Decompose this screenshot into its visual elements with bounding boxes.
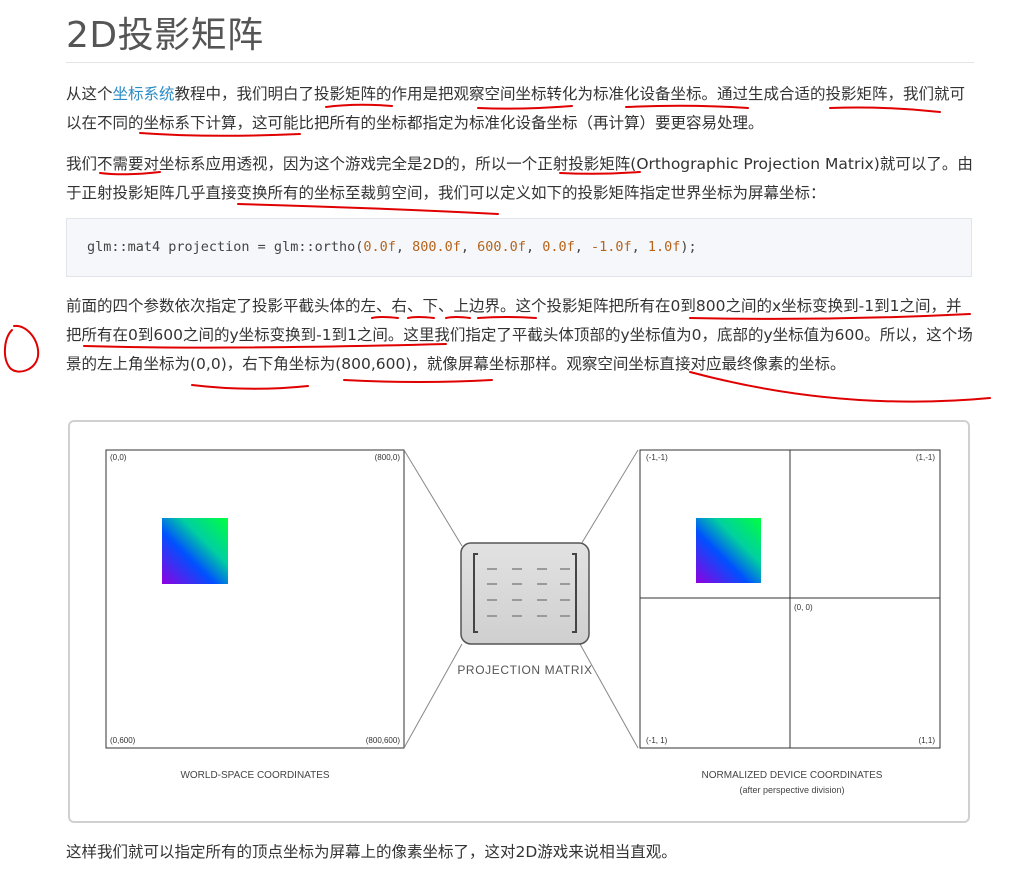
annotation-underline: [191, 384, 309, 390]
world-gradient-square: [162, 518, 228, 584]
world-label-top-right: (800,0): [375, 453, 401, 462]
world-caption: WORLD-SPACE COORDINATES: [180, 770, 329, 781]
projection-diagram: (0,0) (800,0) (0,600) (800,600) WORLD-SP…: [105, 449, 941, 795]
code-prefix: glm::mat4 projection = glm::ortho(: [87, 239, 364, 255]
annotation-underline: [343, 379, 493, 383]
ndc-label-top-right: (1,-1): [916, 453, 935, 462]
world-label-top-left: (0,0): [110, 453, 127, 462]
annotation-circle: [4, 324, 40, 373]
paragraph-orthographic: 我们不需要对坐标系应用透视，因为这个游戏完全是2D的，所以一个正射投影矩阵(Or…: [66, 155, 973, 202]
paragraph-intro: 从这个坐标系统教程中，我们明白了投影矩阵的作用是把观察空间坐标转化为标准化设备坐…: [66, 80, 974, 138]
code-arg-bottom: 600.0f: [477, 239, 526, 255]
ndc-subcaption: (after perspective division): [739, 785, 844, 795]
code-arg-far: 1.0f: [647, 239, 681, 255]
ndc-label-bottom-left: (-1, 1): [646, 736, 668, 745]
code-block: glm::mat4 projection = glm::ortho(0.0f, …: [66, 218, 972, 277]
world-space-box: [105, 449, 405, 749]
ndc-label-center: (0, 0): [794, 603, 813, 612]
code-arg-right: 800.0f: [412, 239, 461, 255]
code-arg-top: 0.0f: [542, 239, 575, 255]
projection-matrix-label: PROJECTION MATRIX: [457, 663, 592, 677]
code-arg-near: -1.0f: [591, 239, 632, 255]
intro-text-rest: 教程中，我们明白了投影矩阵的作用是把观察空间坐标转化为标准化设备坐标。通过生成合…: [66, 85, 966, 132]
title-divider: [66, 62, 974, 63]
paragraph-conclusion: 这样我们就可以指定所有的顶点坐标为屏幕上的像素坐标了，这对2D游戏来说相当直观。: [66, 843, 677, 861]
code-suffix: );: [680, 239, 697, 255]
paragraph-bounds: 前面的四个参数依次指定了投影平截头体的左、右、下、上边界。这个投影矩阵把所有在0…: [66, 297, 973, 373]
projection-matrix-icon: [460, 542, 590, 645]
page-title: 2D投影矩阵: [66, 15, 264, 56]
world-label-bottom-right: (800,600): [366, 736, 401, 745]
ndc-label-bottom-right: (1,1): [919, 736, 936, 745]
code-arg-left: 0.0f: [363, 239, 396, 255]
coordinate-systems-link[interactable]: 坐标系统: [113, 85, 175, 103]
projection-figure: (0,0) (800,0) (0,600) (800,600) WORLD-SP…: [68, 420, 970, 823]
world-label-bottom-left: (0,600): [110, 736, 136, 745]
ndc-gradient-square: [696, 518, 761, 583]
ndc-caption: NORMALIZED DEVICE COORDINATES: [702, 770, 883, 781]
ndc-label-top-left: (-1,-1): [646, 453, 668, 462]
intro-text-start: 从这个: [66, 85, 113, 103]
